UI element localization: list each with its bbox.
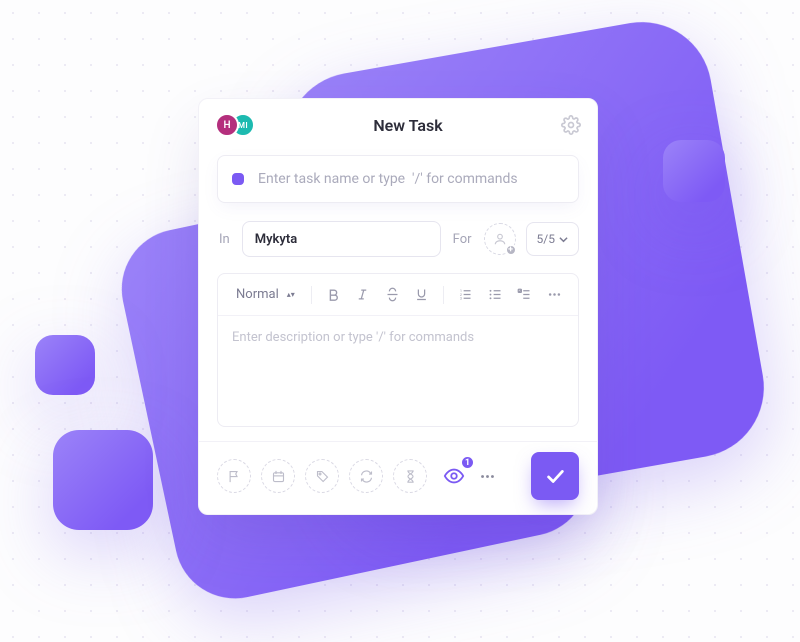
in-label: In bbox=[217, 232, 232, 247]
check-icon bbox=[544, 465, 566, 487]
list-selected-value: Mykyta bbox=[255, 232, 298, 247]
bg-shape bbox=[35, 335, 95, 395]
priority-value: 5/5 bbox=[537, 232, 555, 246]
calendar-icon[interactable] bbox=[261, 459, 295, 493]
editor-toolbar: Normal ▴▾ 123 bbox=[218, 274, 578, 316]
modal-title: New Task bbox=[255, 116, 561, 135]
plus-icon: + bbox=[505, 244, 517, 256]
bold-button[interactable] bbox=[322, 282, 345, 308]
bg-shape bbox=[53, 430, 153, 530]
flag-icon[interactable] bbox=[217, 459, 251, 493]
avatar-stack[interactable]: H MI bbox=[215, 113, 255, 137]
sort-icon: ▴▾ bbox=[287, 293, 295, 297]
checklist-button[interactable] bbox=[513, 282, 536, 308]
toolbar-more-button[interactable] bbox=[543, 282, 566, 308]
watchers-button[interactable]: 1 bbox=[437, 459, 471, 493]
hourglass-icon[interactable] bbox=[393, 459, 427, 493]
font-style-label: Normal bbox=[236, 287, 279, 302]
task-name-row bbox=[217, 155, 579, 203]
svg-text:3: 3 bbox=[460, 297, 462, 301]
footer-more-button[interactable] bbox=[475, 468, 499, 485]
description-input[interactable] bbox=[218, 316, 578, 426]
underline-button[interactable] bbox=[410, 282, 433, 308]
modal-header: H MI New Task bbox=[199, 99, 597, 151]
status-icon[interactable] bbox=[232, 173, 244, 185]
eye-icon bbox=[443, 465, 465, 487]
modal-footer: 1 bbox=[199, 441, 597, 500]
tag-icon[interactable] bbox=[305, 459, 339, 493]
priority-selector[interactable]: 5/5 bbox=[526, 222, 579, 256]
divider bbox=[311, 286, 312, 304]
recurrence-icon[interactable] bbox=[349, 459, 383, 493]
user-icon bbox=[493, 232, 507, 246]
strikethrough-button[interactable] bbox=[381, 282, 404, 308]
create-task-button[interactable] bbox=[531, 452, 579, 500]
watchers-count-badge: 1 bbox=[460, 455, 475, 470]
font-style-dropdown[interactable]: Normal ▴▾ bbox=[230, 283, 301, 306]
assignee-picker[interactable]: + bbox=[484, 223, 516, 255]
task-name-input[interactable] bbox=[258, 171, 564, 187]
bg-shape bbox=[663, 140, 725, 202]
divider bbox=[443, 286, 444, 304]
for-label: For bbox=[451, 232, 474, 247]
chevron-down-icon bbox=[559, 235, 568, 244]
gear-icon[interactable] bbox=[561, 115, 581, 135]
meta-row: In Mykyta For + 5/5 bbox=[217, 221, 579, 257]
italic-button[interactable] bbox=[351, 282, 374, 308]
avatar[interactable]: H bbox=[215, 113, 239, 137]
description-editor: Normal ▴▾ 123 bbox=[217, 273, 579, 427]
list-selector[interactable]: Mykyta bbox=[242, 221, 441, 257]
new-task-modal: H MI New Task In Mykyta For + 5/5 bbox=[198, 98, 598, 515]
ordered-list-button[interactable]: 123 bbox=[454, 282, 477, 308]
bullet-list-button[interactable] bbox=[484, 282, 507, 308]
